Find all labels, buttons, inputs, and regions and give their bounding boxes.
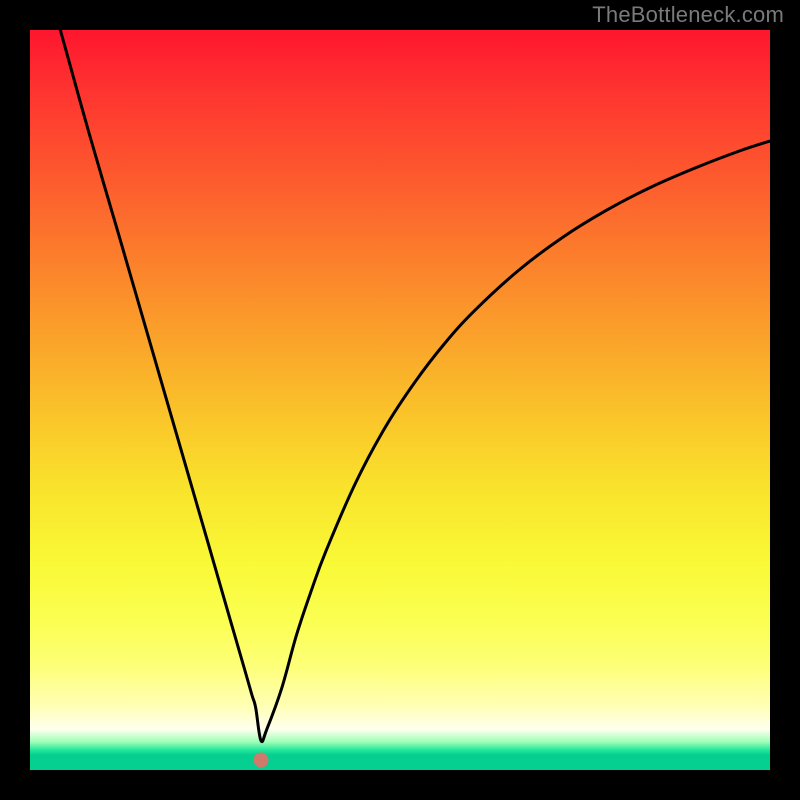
bottleneck-minimum-dot	[253, 752, 268, 767]
curve-svg	[30, 30, 770, 770]
plot-area	[30, 30, 770, 770]
bottleneck-curve	[60, 30, 770, 742]
chart-frame: TheBottleneck.com	[0, 0, 800, 800]
watermark-text: TheBottleneck.com	[592, 2, 784, 28]
